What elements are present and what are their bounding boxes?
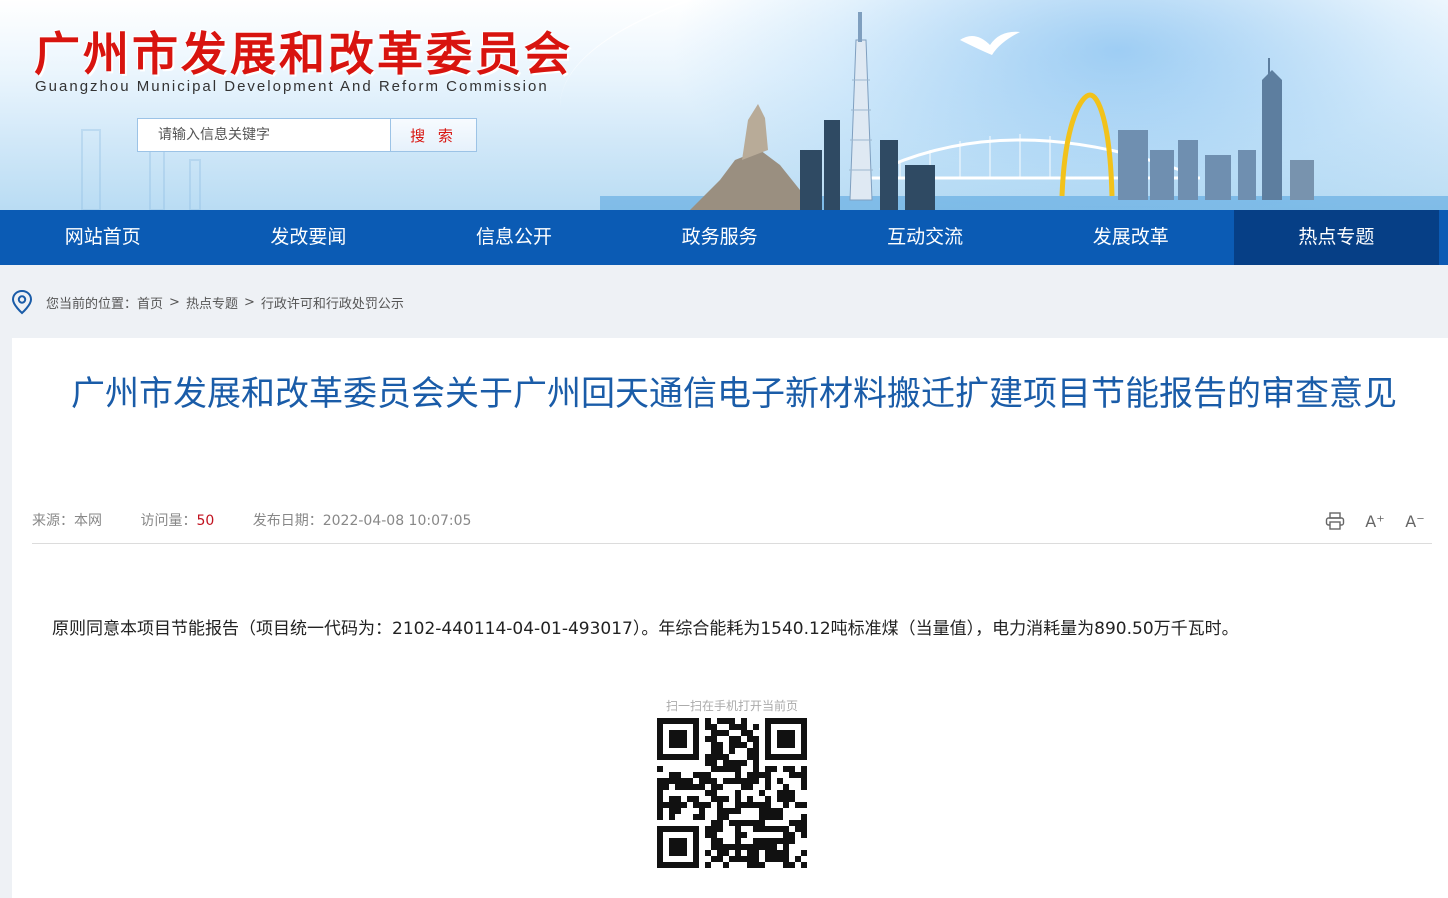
nav-item-topics[interactable]: 热点专题 (1233, 210, 1440, 265)
print-icon[interactable] (1324, 510, 1346, 532)
qr-caption: 扫一扫在手机打开当前页 (665, 699, 798, 713)
qr-code (657, 718, 807, 868)
header-banner: 广州市发展和改革委员会 Guangzhou Municipal Developm… (0, 0, 1448, 210)
breadcrumb: 您当前的位置： 首页 > 热点专题 > 行政许可和行政处罚公示 (10, 288, 404, 316)
main-nav: 网站首页 发改要闻 信息公开 政务服务 互动交流 发展改革 热点专题 (0, 210, 1448, 265)
search-button[interactable]: 搜 索 (390, 119, 476, 151)
breadcrumb-home[interactable]: 首页 (137, 293, 163, 312)
breadcrumb-separator: > (169, 294, 180, 310)
breadcrumb-topics[interactable]: 热点专题 (186, 293, 238, 312)
article-date: 发布日期：2022-04-08 10:07:05 (252, 513, 472, 529)
article-panel: 广州市发展和改革委员会关于广州回天通信电子新材料搬迁扩建项目节能报告的审查意见 … (12, 338, 1448, 898)
views-label: 访问量： (140, 513, 197, 529)
article-tools: A⁺ A⁻ (1324, 510, 1426, 532)
views-count: 50 (196, 513, 215, 529)
breadcrumb-current[interactable]: 行政许可和行政处罚公示 (261, 293, 404, 312)
location-pin-icon (11, 289, 33, 315)
nav-item-interaction[interactable]: 互动交流 (822, 210, 1028, 265)
nav-item-services[interactable]: 政务服务 (617, 210, 823, 265)
meta-divider (32, 543, 1432, 544)
article-body: 原则同意本项目节能报告（项目统一代码为：2102-440114-04-01-49… (52, 619, 1239, 639)
search-box: 搜 索 (137, 118, 477, 152)
article-views: 访问量：50 (140, 513, 214, 529)
site-title: 广州市发展和改革委员会 (34, 27, 573, 81)
article-source: 来源：本网 (32, 513, 102, 529)
article-title: 广州市发展和改革委员会关于广州回天通信电子新材料搬迁扩建项目节能报告的审查意见 (71, 374, 1397, 414)
nav-item-disclosure[interactable]: 信息公开 (411, 210, 617, 265)
nav-item-reform[interactable]: 发展改革 (1028, 210, 1234, 265)
site-subtitle: Guangzhou Municipal Development And Refo… (35, 78, 549, 95)
article-meta: 来源：本网 访问量：50 发布日期：2022-04-08 10:07:05 (32, 510, 505, 530)
breadcrumb-prefix: 您当前的位置： (46, 296, 138, 312)
nav-item-news[interactable]: 发改要闻 (206, 210, 412, 265)
breadcrumb-separator: > (243, 294, 255, 310)
font-increase-button[interactable]: A⁺ (1364, 510, 1386, 532)
font-decrease-button[interactable]: A⁻ (1404, 510, 1426, 532)
search-input[interactable] (138, 119, 392, 151)
nav-item-home[interactable]: 网站首页 (0, 210, 206, 265)
